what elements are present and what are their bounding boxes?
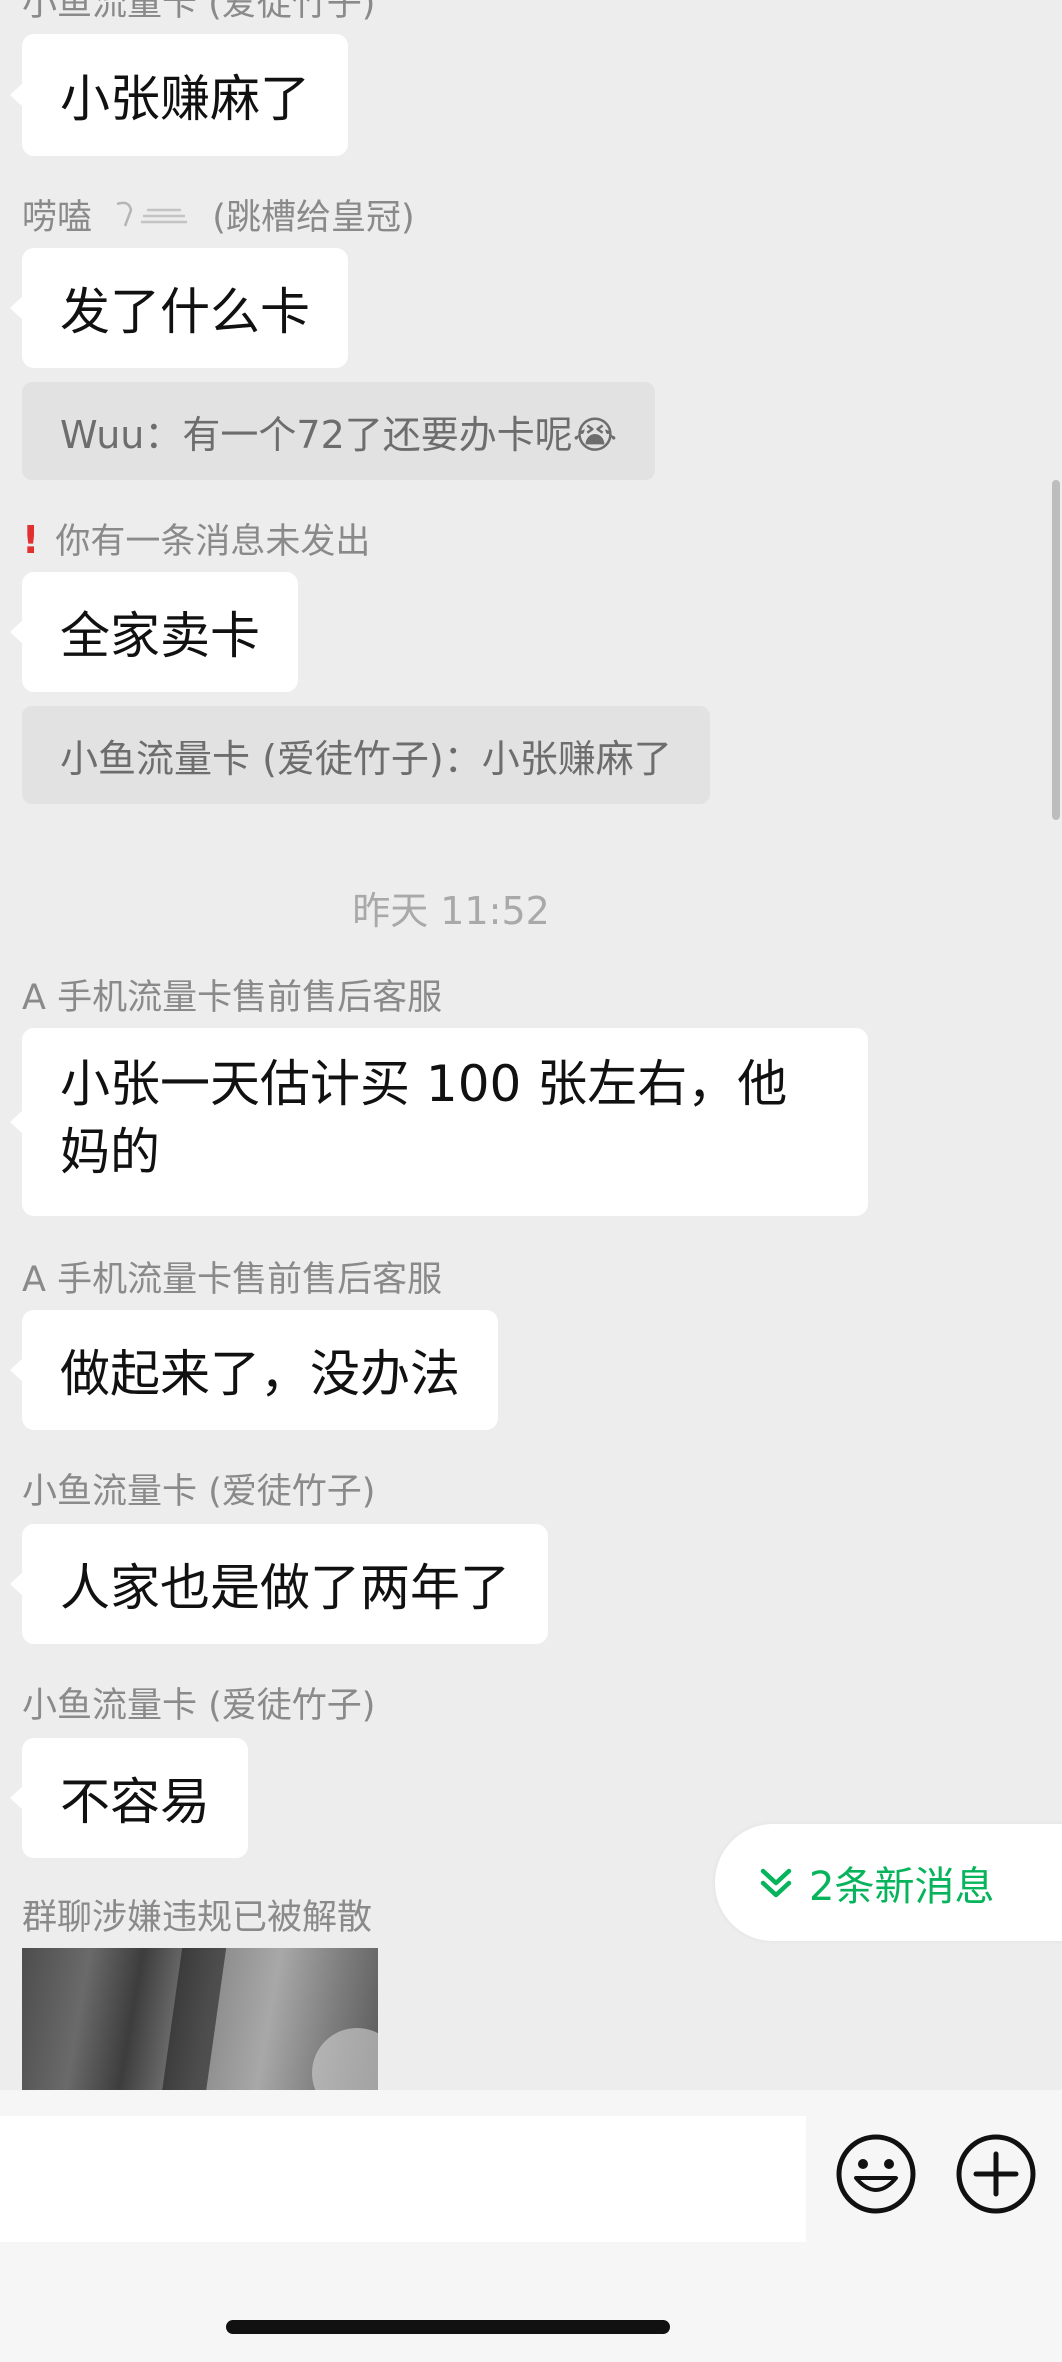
sender-name: 小鱼流量卡 (爱徒竹子) [22, 1472, 376, 1512]
new-messages-label: 2条新消息 [809, 1863, 995, 1910]
double-chevron-down-icon [760, 1868, 792, 1897]
chat-timestamp: 昨天 11:52 [352, 889, 550, 933]
message-input[interactable] [0, 2116, 806, 2242]
sender-name: A 手机流量卡售前售后客服 [22, 1260, 443, 1300]
sender-name: 小鱼流量卡 (爱徒竹子) [22, 1686, 376, 1726]
message-bubble[interactable]: 小张一天估计买 100 张左右，他妈的 [10, 1028, 868, 1216]
quoted-message[interactable]: 小鱼流量卡 (爱徒竹子)：小张赚麻了 [22, 706, 710, 804]
quoted-message[interactable]: Wuu：有一个72了还要办卡呢😭 [22, 382, 656, 480]
new-messages-button[interactable]: 2条新消息 [715, 1824, 1062, 1941]
emoji-button[interactable] [834, 2132, 918, 2216]
chat-screen: 小鱼流量卡 (爱徒竹子) 小张赚麻了 唠嗑 (跳槽给皇冠) 发了什么卡 Wuu：… [0, 0, 1062, 2362]
sender-name: 唠嗑 [22, 198, 93, 238]
image-detail [161, 1948, 227, 2093]
sender-name: A 手机流量卡售前售后客服 [22, 978, 443, 1018]
message-bubble[interactable]: 不容易 [10, 1738, 248, 1858]
error-line: ! 你有一条消息未发出 [22, 518, 370, 564]
sender-note: (跳槽给皇冠) [212, 198, 415, 238]
message-bubble[interactable]: 全家卖卡 [10, 572, 298, 692]
sender-line: 唠嗑 (跳槽给皇冠) [22, 196, 415, 241]
message-bubble[interactable]: 发了什么卡 [10, 248, 348, 368]
image-message[interactable] [22, 1948, 378, 2093]
message-bubble[interactable]: 人家也是做了两年了 [10, 1524, 548, 1644]
plus-icon [956, 2134, 1036, 2214]
error-text: 你有一条消息未发出 [55, 522, 371, 562]
home-indicator[interactable] [226, 2320, 670, 2334]
message-bubble[interactable]: 做起来了，没办法 [10, 1310, 498, 1430]
level-badge-icon [111, 197, 193, 241]
exclamation-icon: ! [22, 518, 40, 562]
emoji-icon [836, 2134, 916, 2214]
plus-button[interactable] [954, 2132, 1038, 2216]
sender-name: 小鱼流量卡 (爱徒竹子) [22, 0, 376, 24]
scrollbar[interactable] [1052, 480, 1060, 820]
sender-name: 群聊涉嫌违规已被解散 [22, 1898, 373, 1938]
message-bubble[interactable]: 小张赚麻了 [10, 34, 348, 156]
image-detail [312, 2028, 378, 2093]
